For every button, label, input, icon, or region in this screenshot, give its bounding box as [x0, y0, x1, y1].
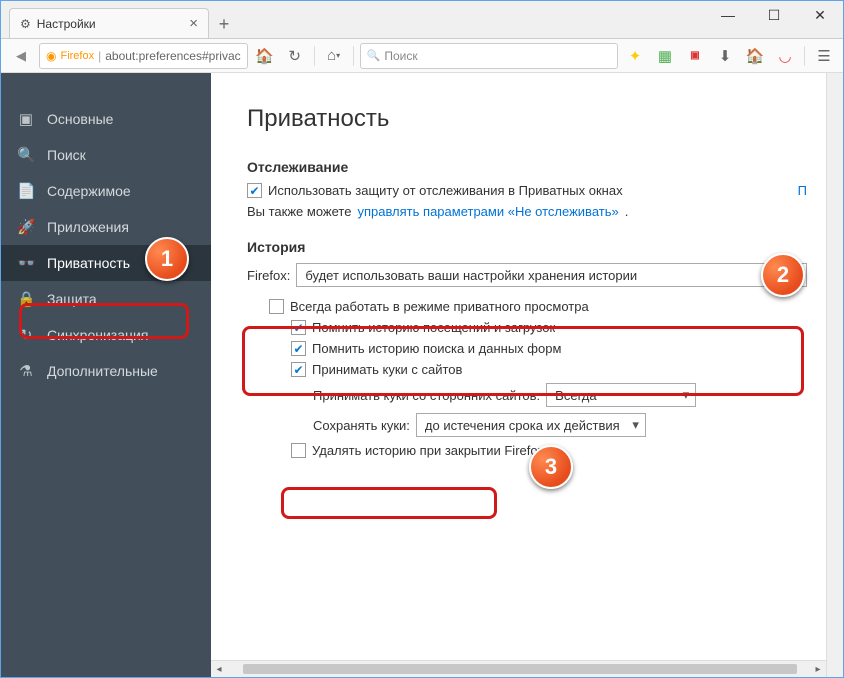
sidebar-item-search[interactable]: 🔍 Поиск: [1, 137, 211, 173]
pocket-icon[interactable]: ◡: [772, 43, 798, 69]
minimize-button[interactable]: —: [705, 1, 751, 29]
tracking-heading: Отслеживание: [247, 159, 807, 175]
sidebar-item-content[interactable]: 📄 Содержимое: [1, 173, 211, 209]
sidebar-item-label: Защита: [47, 291, 97, 307]
tab-title: Настройки: [37, 17, 96, 31]
history-mode-select[interactable]: будет использовать ваши настройки хранен…: [296, 263, 807, 287]
sidebar-item-label: Содержимое: [47, 183, 131, 199]
scroll-left-arrow[interactable]: ◂: [211, 664, 227, 675]
menu-button[interactable]: ☰: [811, 43, 837, 69]
clear-on-close-checkbox[interactable]: [291, 443, 306, 458]
sidebar-item-label: Приложения: [47, 219, 129, 235]
toolbar-separator: [353, 46, 354, 66]
remember-browsing-checkbox[interactable]: [291, 320, 306, 335]
sidebar: ▣ Основные 🔍 Поиск 📄 Содержимое 🚀 Приложения…: [1, 73, 211, 677]
home-button[interactable]: 🏠: [252, 43, 278, 69]
sidebar-item-label: Приватность: [47, 255, 130, 271]
nav-toolbar: ◀ ◉ Firefox | about:preferences#privac 🏠…: [1, 39, 843, 73]
scroll-right-arrow[interactable]: ▸: [810, 664, 826, 675]
remember-search-checkbox[interactable]: [291, 341, 306, 356]
sidebar-item-applications[interactable]: 🚀 Приложения: [1, 209, 211, 245]
bookmark-star-icon[interactable]: ✦: [622, 43, 648, 69]
search-placeholder: Поиск: [384, 49, 417, 63]
tab-settings[interactable]: ⚙ Настройки ×: [9, 8, 209, 38]
toolbar-separator: [314, 46, 315, 66]
back-button[interactable]: ◀: [7, 42, 35, 70]
remember-search-label: Помнить историю поиска и данных форм: [312, 341, 561, 356]
sync-icon: ↻: [17, 326, 35, 344]
sidebar-item-label: Синхронизация: [47, 327, 148, 343]
remember-browsing-label: Помнить историю посещений и загрузок: [312, 320, 555, 335]
search-input[interactable]: Поиск: [360, 43, 618, 69]
window-controls: — ☐ ✕: [705, 1, 843, 29]
mask-icon: 👓: [17, 254, 35, 272]
close-window-button[interactable]: ✕: [797, 1, 843, 29]
search-icon: 🔍: [17, 146, 35, 164]
document-icon: 📄: [17, 182, 35, 200]
toolbar-separator: [804, 46, 805, 66]
horizontal-scrollbar[interactable]: ◂ ▸: [211, 660, 826, 677]
rocket-icon: 🚀: [17, 218, 35, 236]
annotation-callout-2: 2: [761, 253, 805, 297]
keep-cookies-label: Сохранять куки:: [313, 418, 410, 433]
content-area: ▣ Основные 🔍 Поиск 📄 Содержимое 🚀 Приложения…: [1, 73, 843, 677]
downloads-button[interactable]: ⬇: [712, 43, 738, 69]
accept-cookies-checkbox[interactable]: [291, 362, 306, 377]
sidebar-item-label: Поиск: [47, 147, 86, 163]
sidebar-item-sync[interactable]: ↻ Синхронизация: [1, 317, 211, 353]
url-scheme-label: Firefox: [60, 50, 94, 62]
sidebar-item-general[interactable]: ▣ Основные: [1, 101, 211, 137]
history-heading: История: [247, 239, 807, 255]
general-icon: ▣: [17, 110, 35, 128]
dnt-prefix-text: Вы также можете: [247, 204, 351, 219]
sidebar-item-label: Дополнительные: [47, 363, 158, 379]
always-private-checkbox[interactable]: [269, 299, 284, 314]
home-extra-button[interactable]: 🏠: [742, 43, 768, 69]
sidebar-item-advanced[interactable]: ⚗ Дополнительные: [1, 353, 211, 389]
maximize-button[interactable]: ☐: [751, 1, 797, 29]
flask-icon: ⚗: [17, 362, 35, 380]
history-firefox-label: Firefox:: [247, 268, 290, 283]
annotation-callout-1: 1: [145, 237, 189, 281]
clear-on-close-label: Удалять историю при закрытии Firefox: [312, 443, 544, 458]
always-private-label: Всегда работать в режиме приватного прос…: [290, 299, 589, 314]
dnt-dot: .: [625, 204, 629, 219]
thirdparty-cookies-label: Принимать куки со сторонних сайтов:: [313, 388, 540, 403]
annotation-callout-3: 3: [529, 445, 573, 489]
vertical-scrollbar[interactable]: [826, 73, 843, 677]
tracking-learn-more-link[interactable]: П: [798, 183, 807, 198]
adblock-icon[interactable]: ▣: [682, 43, 708, 69]
url-bar[interactable]: ◉ Firefox | about:preferences#privac: [39, 43, 248, 69]
keep-cookies-select[interactable]: до истечения срока их действия: [416, 413, 646, 437]
url-separator: |: [98, 49, 101, 63]
firefox-brand-icon: ◉: [46, 49, 56, 63]
new-tab-button[interactable]: +: [209, 10, 239, 38]
gear-icon: ⚙: [20, 17, 31, 31]
extension-green-icon[interactable]: ▦: [652, 43, 678, 69]
scrollbar-thumb[interactable]: [243, 664, 797, 674]
lock-icon: 🔒: [17, 290, 35, 308]
sidebar-item-label: Основные: [47, 111, 113, 127]
tracking-protection-checkbox[interactable]: [247, 183, 262, 198]
tracking-protection-label: Использовать защиту от отслеживания в Пр…: [268, 183, 623, 198]
sidebar-item-security[interactable]: 🔒 Защита: [1, 281, 211, 317]
home-secondary-button[interactable]: ⌂▾: [321, 43, 347, 69]
accept-cookies-label: Принимать куки с сайтов: [312, 362, 462, 377]
main-panel: Приватность Отслеживание Использовать за…: [211, 73, 843, 677]
url-text: about:preferences#privac: [105, 49, 240, 63]
reload-button[interactable]: ↻: [282, 43, 308, 69]
thirdparty-cookies-select[interactable]: Всегда: [546, 383, 696, 407]
tab-close-icon[interactable]: ×: [189, 15, 198, 32]
dnt-link[interactable]: управлять параметрами «Не отслеживать»: [357, 204, 618, 219]
page-title: Приватность: [247, 105, 807, 133]
